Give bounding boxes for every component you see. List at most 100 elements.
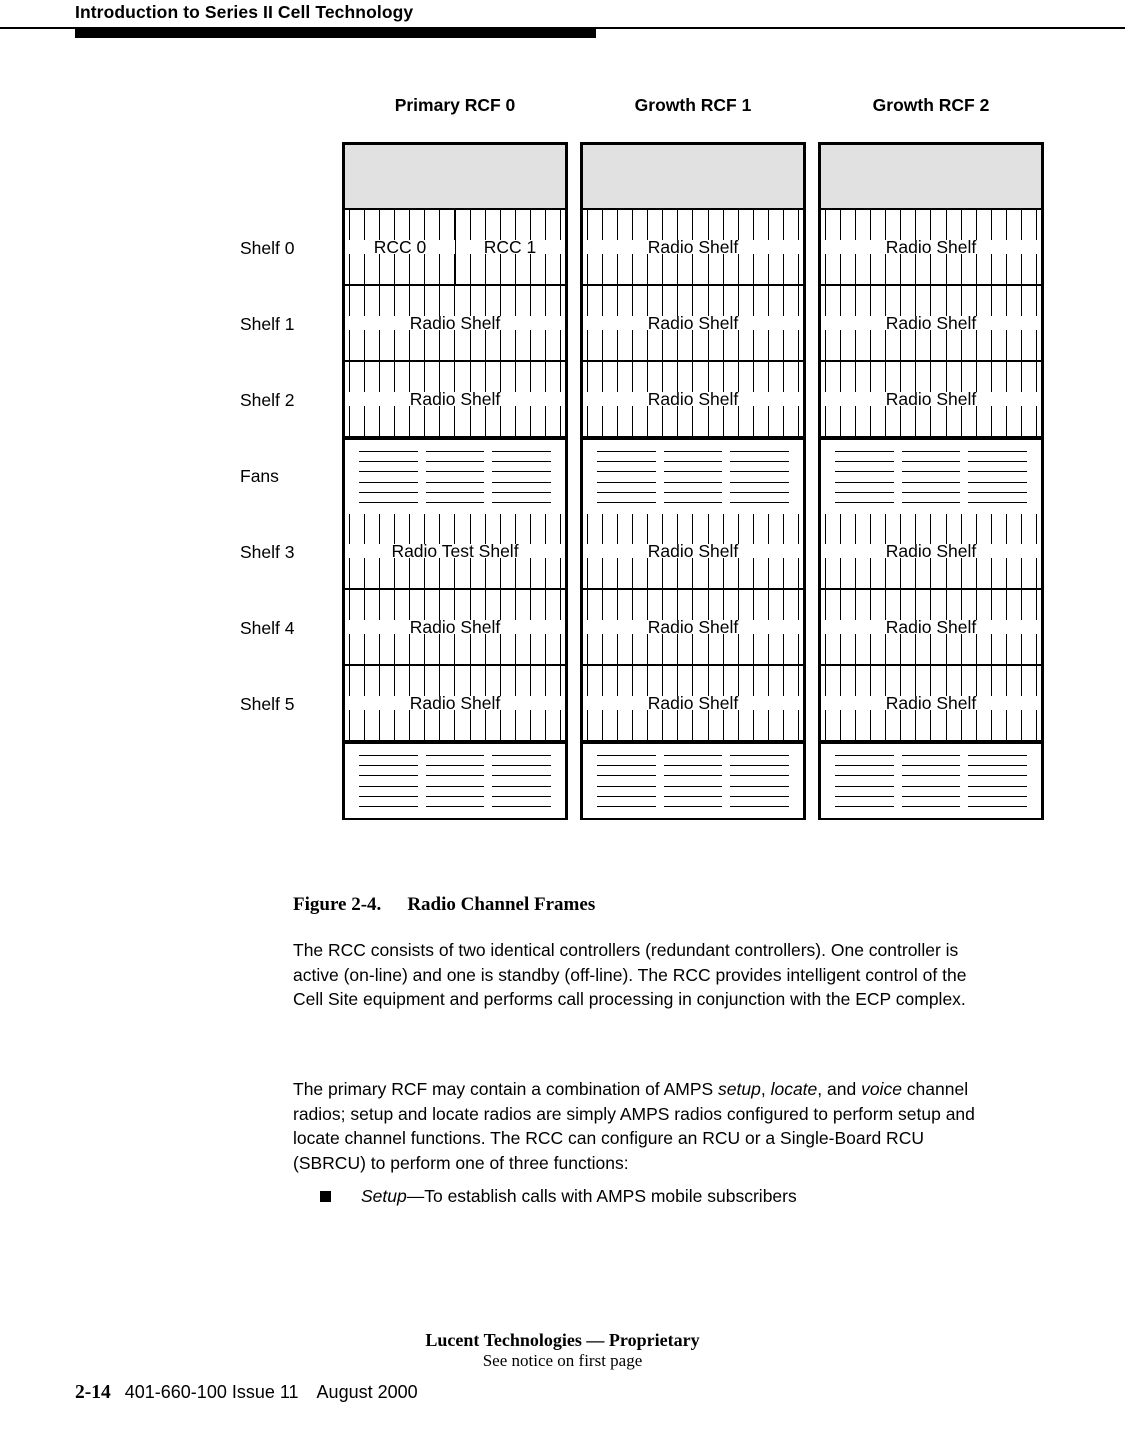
slot-tick [692,666,694,696]
slot-tick [662,362,664,392]
fan-vent-line [901,795,961,797]
slot-tick [975,362,977,392]
slot-tick [514,406,516,436]
slot-tick [885,330,887,360]
slot-tick [469,362,471,392]
slot-tick [990,362,992,392]
slot-tick [782,634,784,664]
slot-tick [1035,634,1037,664]
slot-tick [767,634,769,664]
slot-tick [662,330,664,360]
fan-vent-line [968,765,1028,767]
slot-tick [855,514,857,544]
fan-vent-line [968,501,1028,503]
fan-vent-line [835,501,894,503]
shelf-cell-label: Radio Shelf [409,313,501,333]
slot-tick [602,666,604,696]
slot-tick [602,558,604,588]
slot-tick [960,514,962,544]
shelf-slot-ticks [587,254,799,284]
slot-tick [990,514,992,544]
slot-tick [632,666,634,696]
slot-tick [454,362,456,392]
slot-tick [349,634,350,664]
slot-tick [840,558,842,588]
emphasised-term: setup [718,1079,761,1099]
slot-tick [840,634,842,664]
slot-tick [647,590,649,620]
slot-tick [349,330,350,360]
slot-tick [484,286,486,316]
fan-vent-line [492,501,552,503]
slot-tick [469,406,471,436]
slot-tick [469,254,471,284]
shelf-cell-label: Radio Shelf [647,237,739,257]
slot-tick [737,406,739,436]
slot-tick [945,514,947,544]
slot-tick [677,634,679,664]
figure-caption-text: Radio Channel Frames [407,894,596,915]
slot-tick [499,590,501,620]
fan-vent-line [359,451,418,452]
fan-vent-line [663,491,723,493]
fan-unit [425,451,485,503]
slot-tick [960,362,962,392]
bullet-list: Setup—To establish calls with AMPS mobil… [293,1184,993,1209]
fan-vent-line [597,481,656,483]
fan-vent-line [425,785,485,787]
slot-tick [915,634,917,664]
slot-tick [930,590,932,620]
slot-tick [559,514,561,544]
slot-tick [945,590,947,620]
slot-tick [692,710,694,740]
slot-tick [900,406,902,436]
slot-tick [559,634,561,664]
slot-tick [454,330,456,360]
slot-tick [825,514,826,544]
shelf-slot-ticks [587,590,799,620]
slot-tick [915,254,917,284]
slot-tick [484,666,486,696]
slot-tick [409,330,411,360]
slot-tick [722,634,724,664]
slot-tick [945,362,947,392]
slot-tick [559,406,561,436]
slot-tick [975,254,977,284]
slot-tick [514,362,516,392]
slot-tick [544,558,546,588]
slot-tick [752,666,754,696]
slot-tick [484,254,486,284]
fan-tray-cell [583,438,803,514]
slot-tick [394,634,396,664]
slot-tick [782,210,784,240]
slot-tick [885,558,887,588]
shelf-slot-ticks [825,590,1037,620]
slot-tick [439,590,441,620]
slot-tick [1020,514,1022,544]
rcf-column-title-1: Growth RCF 1 [634,95,752,115]
slot-tick [752,634,754,664]
slot-tick [469,710,471,740]
slot-tick [544,330,546,360]
slot-tick [394,558,396,588]
slot-tick [1035,558,1037,588]
slot-tick [945,634,947,664]
slot-tick [484,362,486,392]
fan-vent-line [359,775,418,777]
slot-tick [394,710,396,740]
slot-tick [647,210,649,240]
slot-tick [439,666,441,696]
shelf-cell: RCC 0 RCC 1 [345,210,565,286]
slot-tick [1020,406,1022,436]
slot-tick [870,330,872,360]
fan-vent-line [663,755,723,756]
fan-vent-line [492,755,552,756]
slot-tick [840,210,842,240]
slot-tick [587,254,588,284]
fan-vent-line [425,775,485,777]
shelf-cell: Radio Shelf [345,666,565,742]
slot-tick [975,406,977,436]
slot-tick [692,634,694,664]
slot-tick [1020,362,1022,392]
fan-vent-line [425,805,485,807]
